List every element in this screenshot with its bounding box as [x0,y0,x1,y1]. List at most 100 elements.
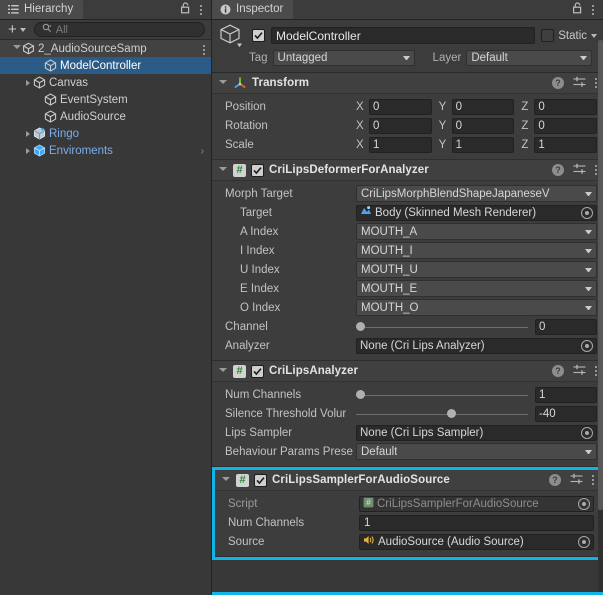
search-icon [42,23,52,36]
component-enabled-checkbox[interactable] [251,364,264,378]
kebab-menu-icon[interactable] [592,4,594,15]
hierarchy-item-2-audiosourcesamp[interactable]: 2_AudioSourceSamp [0,40,211,57]
number-field-z[interactable]: 1 [534,136,598,153]
number-field-z[interactable]: 0 [534,117,598,134]
number-field-y[interactable]: 0 [451,98,515,115]
collapse-triangle-icon[interactable] [11,45,22,52]
search-input[interactable]: All [33,22,205,37]
add-gameobject-button[interactable]: + [6,22,28,37]
collapse-triangle-icon[interactable] [217,79,228,87]
static-toggle[interactable]: Static [541,29,597,42]
dropdown-a-index[interactable]: MOUTH_A [356,223,597,240]
inspector-scrollbar[interactable] [598,40,603,595]
preset-icon[interactable] [573,364,586,379]
number-field-x[interactable]: 1 [369,136,432,153]
scrollbar-thumb[interactable] [598,40,603,510]
number-field-y[interactable]: 0 [451,117,515,134]
text-field-num-channels[interactable]: 1 [359,514,594,531]
static-checkbox[interactable] [541,29,555,42]
number-field-x[interactable]: 0 [369,98,432,115]
field-row-num-channels: Num Channels 1 [218,385,597,404]
slider-value-field[interactable]: -40 [535,405,597,422]
collapse-triangle-icon[interactable] [217,166,228,174]
component-crilipsdeformerforanalyzer: # CriLipsDeformerForAnalyzer? Morph Target… [212,160,603,361]
layer-dropdown[interactable]: Default [466,50,593,66]
help-icon[interactable]: ? [552,77,564,89]
slider-channel[interactable] [356,319,528,335]
component-enabled-checkbox[interactable] [254,473,267,487]
object-field-lips-sampler[interactable]: None (Cri Lips Sampler) [356,424,597,441]
slider-silence-threshold-volur[interactable] [356,406,528,422]
field-label: Morph Target [225,187,293,200]
slider-knob[interactable] [356,390,365,399]
hierarchy-tree[interactable]: 2_AudioSourceSamp ModelController Canvas Ev… [0,40,211,595]
field-row-scale: Scale X 1 Y 1 Z 1 [218,135,598,154]
expand-triangle-icon[interactable] [22,130,33,137]
collapse-triangle-icon[interactable] [217,367,228,375]
kebab-menu-icon[interactable] [595,78,597,88]
slider-value-field[interactable]: 1 [535,386,597,403]
number-field-y[interactable]: 1 [451,136,515,153]
lock-icon[interactable] [180,2,191,17]
object-picker-icon[interactable] [578,497,590,510]
gameobject-name-field[interactable]: ModelController [271,27,536,44]
hierarchy-item-ringo[interactable]: Ringo [0,125,211,142]
component-header[interactable]: Transform? [212,73,603,94]
expand-triangle-icon[interactable] [22,79,33,86]
preset-icon[interactable] [573,163,586,178]
slider-knob[interactable] [356,322,365,331]
vector3-field[interactable]: X0Y0Z0 [356,117,598,134]
hierarchy-item-canvas[interactable]: Canvas [0,74,211,91]
slider-knob[interactable] [447,409,457,418]
object-field-value: CriLipsSamplerForAudioSource [377,497,539,510]
number-field-z[interactable]: 0 [534,98,598,115]
object-picker-icon[interactable] [581,206,593,219]
help-icon[interactable]: ? [549,474,561,486]
hierarchy-item-enviroments[interactable]: Enviroments › [0,142,211,159]
tag-dropdown[interactable]: Untagged [272,50,415,66]
component-header[interactable]: # CriLipsAnalyzer? [212,361,603,382]
vector3-field[interactable]: X0Y0Z0 [356,98,598,115]
preset-icon[interactable] [573,76,586,91]
slider-value-field[interactable]: 0 [535,318,597,335]
kebab-menu-icon[interactable] [200,4,202,15]
object-field-target[interactable]: Body (Skinned Mesh Renderer) [356,204,597,221]
number-field-x[interactable]: 0 [369,117,432,134]
help-icon[interactable]: ? [552,164,564,176]
hierarchy-item-eventsystem[interactable]: EventSystem [0,91,211,108]
component-enabled-checkbox[interactable] [251,163,264,177]
dropdown-behaviour-params-prese[interactable]: Default [356,443,597,460]
object-picker-icon[interactable] [578,535,590,548]
dropdown-morph-target[interactable]: CriLipsMorphBlendShapeJapaneseV [356,185,597,202]
collapse-triangle-icon[interactable] [220,476,231,484]
dropdown-o-index[interactable]: MOUTH_O [356,299,597,316]
object-picker-icon[interactable] [581,339,593,352]
kebab-menu-icon[interactable] [595,366,597,376]
dropdown-u-index[interactable]: MOUTH_U [356,261,597,278]
component-list: Transform? Position X 0 Y 0 Z 0 Rotation X 0 Y 0 Z 0 Sc… [212,73,603,560]
gameobject-enabled-checkbox[interactable] [252,29,265,42]
chevron-down-icon[interactable] [591,33,597,38]
vector3-field[interactable]: X1Y1Z1 [356,136,598,153]
object-picker-icon[interactable] [581,426,593,439]
kebab-menu-icon[interactable] [592,475,594,485]
kebab-menu-icon[interactable] [595,165,597,175]
hierarchy-item-audiosource[interactable]: AudioSource [0,108,211,125]
component-header[interactable]: # CriLipsSamplerForAudioSource? [215,470,600,491]
overflow-arrow-icon[interactable]: › [201,146,204,157]
hierarchy-item-modelcontroller[interactable]: ModelController [0,57,211,74]
help-icon[interactable]: ? [552,365,564,377]
expand-triangle-icon[interactable] [22,147,33,154]
preset-icon[interactable] [570,473,583,488]
object-field-analyzer[interactable]: None (Cri Lips Analyzer) [356,337,597,354]
slider-num-channels[interactable] [356,387,528,403]
object-field-script[interactable]: # CriLipsSamplerForAudioSource [359,495,594,512]
component-header[interactable]: # CriLipsDeformerForAnalyzer? [212,160,603,181]
tab-hierarchy[interactable]: Hierarchy [0,0,84,19]
tab-inspector[interactable]: Inspector [212,0,294,19]
object-field-source[interactable]: AudioSource (Audio Source) [359,533,594,550]
dropdown-e-index[interactable]: MOUTH_E [356,280,597,297]
lock-icon[interactable] [572,2,583,17]
dropdown-i-index[interactable]: MOUTH_I [356,242,597,259]
kebab-menu-icon[interactable] [203,45,205,55]
